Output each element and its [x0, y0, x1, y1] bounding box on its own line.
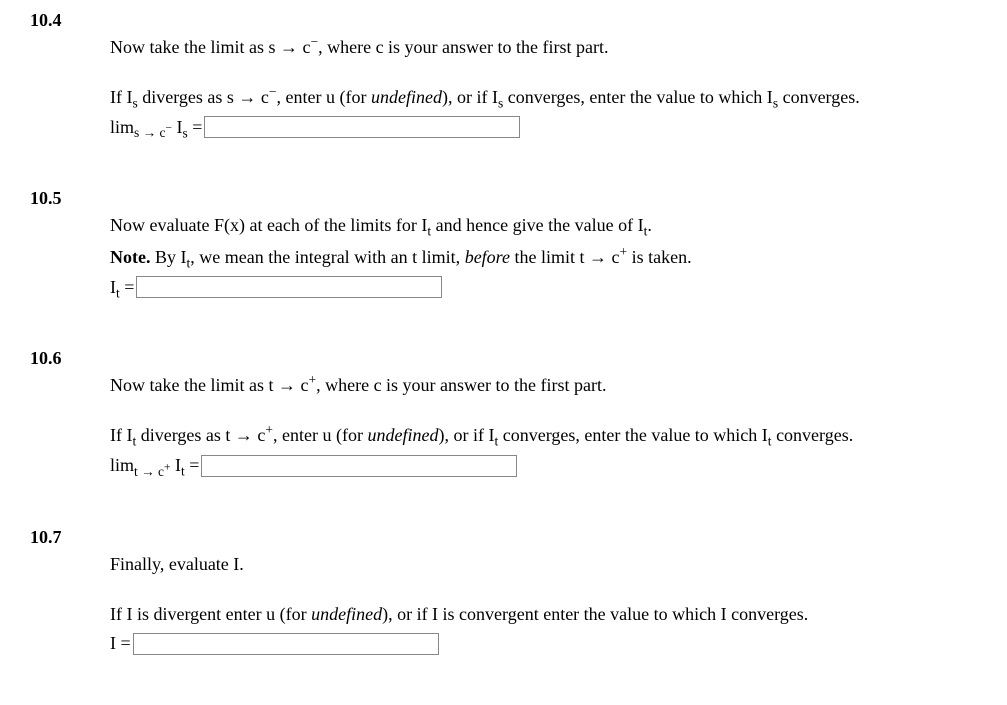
answer-row: limt → c+ It = — [110, 455, 987, 477]
instruction-line: Now take the limit as s → c−, where c is… — [110, 34, 987, 60]
note-line: Note. By It, we mean the integral with a… — [110, 244, 987, 270]
instruction-line: Finally, evaluate I. — [110, 551, 987, 577]
question-10-4: 10.4 Now take the limit as s → c−, where… — [30, 10, 987, 138]
answer-prefix: I = — [110, 633, 131, 654]
instruction-line: If It diverges as t → c+, enter u (for u… — [110, 422, 987, 448]
question-number: 10.4 — [30, 10, 110, 31]
question-10-6: 10.6 Now take the limit as t → c+, where… — [30, 348, 987, 476]
instruction-line: Now evaluate F(x) at each of the limits … — [110, 212, 987, 238]
answer-input-10-7[interactable] — [133, 633, 439, 655]
question-body: Now evaluate F(x) at each of the limits … — [110, 188, 987, 298]
answer-row: It = — [110, 276, 987, 298]
question-body: Now take the limit as t → c+, where c is… — [110, 348, 987, 476]
answer-input-10-4[interactable] — [204, 116, 520, 138]
answer-prefix: lims → c− Is = — [110, 117, 202, 138]
answer-row: I = — [110, 633, 987, 655]
question-number: 10.7 — [30, 527, 110, 548]
instruction-line: Now take the limit as t → c+, where c is… — [110, 372, 987, 398]
instruction-line: If I is divergent enter u (for undefined… — [110, 601, 987, 627]
question-body: Finally, evaluate I. If I is divergent e… — [110, 527, 987, 655]
answer-prefix: limt → c+ It = — [110, 455, 199, 476]
answer-input-10-6[interactable] — [201, 455, 517, 477]
question-number: 10.6 — [30, 348, 110, 369]
question-body: Now take the limit as s → c−, where c is… — [110, 10, 987, 138]
instruction-line: If Is diverges as s → c−, enter u (for u… — [110, 84, 987, 110]
question-10-7: 10.7 Finally, evaluate I. If I is diverg… — [30, 527, 987, 655]
answer-prefix: It = — [110, 277, 134, 298]
question-number: 10.5 — [30, 188, 110, 209]
answer-input-10-5[interactable] — [136, 276, 442, 298]
answer-row: lims → c− Is = — [110, 116, 987, 138]
question-10-5: 10.5 Now evaluate F(x) at each of the li… — [30, 188, 987, 298]
